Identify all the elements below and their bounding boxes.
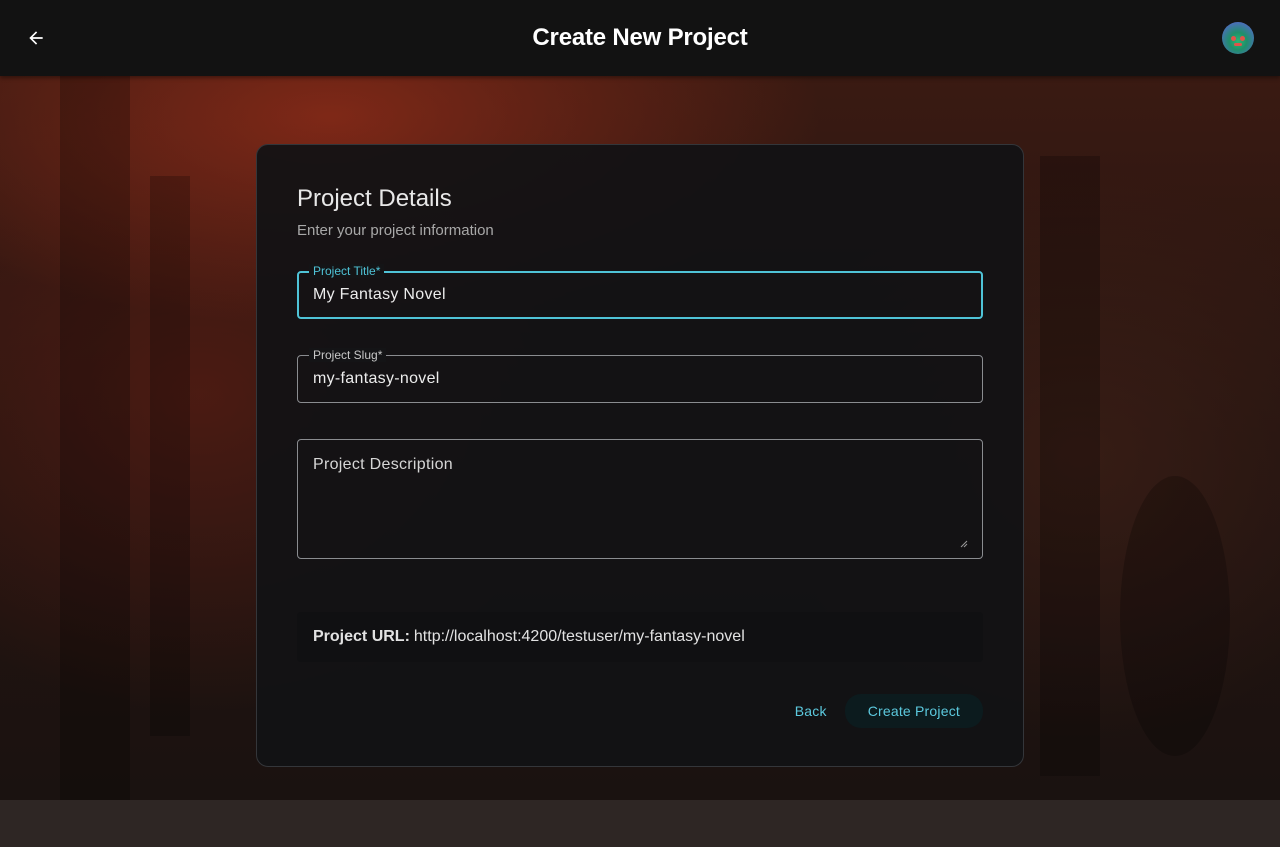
project-url-value: http://localhost:4200/testuser/my-fantas…	[413, 628, 745, 645]
card-title: Project Details	[297, 185, 452, 212]
arrow-left-icon[interactable]	[20, 22, 52, 54]
project-slug-input[interactable]: my-fantasy-novel	[313, 370, 440, 388]
project-description-field[interactable]: Project Description	[297, 439, 983, 559]
project-description-textarea[interactable]: Project Description	[313, 456, 453, 474]
project-title-input[interactable]: My Fantasy Novel	[313, 286, 446, 304]
project-title-label: Project Title*	[309, 264, 385, 278]
project-details-card: Project Details Enter your project infor…	[256, 144, 1024, 767]
create-project-button[interactable]: Create Project	[844, 694, 983, 728]
card-subtitle: Enter your project information	[297, 222, 494, 239]
form-actions: Back Create Project	[793, 694, 983, 728]
top-app-bar: Create New Project	[0, 0, 1280, 76]
project-url-preview: Project URL: http://localhost:4200/testu…	[297, 612, 983, 662]
project-url-label: Project URL:	[313, 628, 410, 645]
page-title: Create New Project	[532, 24, 748, 51]
back-button[interactable]: Back	[793, 695, 829, 727]
footer-strip	[0, 800, 1280, 847]
app-root: Create New Project Project Details Enter…	[0, 0, 1280, 847]
project-title-field[interactable]: Project Title* My Fantasy Novel	[297, 264, 983, 319]
resize-handle-icon[interactable]	[959, 539, 968, 548]
user-avatar[interactable]	[1222, 22, 1254, 54]
project-slug-label: Project Slug*	[309, 348, 387, 362]
project-slug-field[interactable]: Project Slug* my-fantasy-novel	[297, 348, 983, 403]
